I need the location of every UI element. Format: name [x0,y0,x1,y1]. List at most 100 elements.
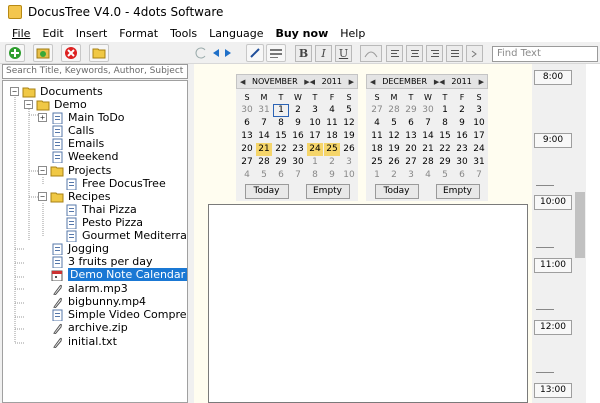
calendar-day[interactable]: 15 [437,130,453,143]
scrollbar-thumb[interactable] [575,192,585,258]
next-year-button[interactable]: ▶ [349,78,354,86]
calendar-day[interactable]: 1 [437,104,453,117]
calendar-day[interactable]: 25 [369,156,385,169]
tree-node-weekend[interactable]: Weekend [50,150,118,163]
calendar-day[interactable]: 10 [341,169,357,182]
calendar-day[interactable]: 13 [403,130,419,143]
empty-button[interactable]: Empty [305,184,350,199]
today-button[interactable]: Today [374,184,419,199]
bold-button[interactable]: B [295,45,312,62]
calendar-day[interactable]: 6 [403,117,419,130]
calendar-day[interactable]: 16 [290,130,306,143]
menu-format[interactable]: Format [113,27,164,40]
prev-month-button[interactable]: ◀ [240,78,245,86]
tree-node-demo[interactable]: − Demo [24,98,87,111]
tree-node-documents[interactable]: − Documents [10,85,103,98]
calendar-day[interactable]: 19 [341,130,357,143]
calendar-day[interactable]: 15 [273,130,289,143]
calendar-day[interactable]: 16 [454,130,470,143]
tree-node-bigbunny[interactable]: bigbunny.mp4 [50,295,146,308]
calendar-day[interactable]: 23 [454,143,470,156]
calendar-day[interactable]: 9 [290,117,306,130]
tree-node-fruits[interactable]: 3 fruits per day [50,255,152,268]
tree-node-recipes[interactable]: − Recipes [38,190,111,203]
calendar-day[interactable]: 28 [386,104,402,117]
tree-node-emails[interactable]: Emails [50,137,104,150]
tree-node-projects[interactable]: − Projects [38,164,111,177]
align-center-button[interactable] [406,45,423,62]
align-left-button[interactable] [386,45,403,62]
calendar-day[interactable]: 1 [369,169,385,182]
collapse-toggle[interactable]: − [24,100,33,109]
calendar-day[interactable]: 6 [454,169,470,182]
calendar-day[interactable]: 31 [256,104,272,117]
today-button[interactable]: Today [244,184,289,199]
collapse-toggle[interactable]: − [38,192,47,201]
indent-button[interactable] [466,45,483,62]
calendar-day[interactable]: 5 [341,104,357,117]
menu-buy-now[interactable]: Buy now [269,27,334,40]
calendar-day[interactable]: 30 [454,156,470,169]
delete-button[interactable] [61,44,81,62]
calendar-day[interactable]: 21 [256,143,272,156]
align-right-button[interactable] [426,45,443,62]
refresh-button[interactable] [33,44,53,62]
calendar-day[interactable]: 30 [239,104,255,117]
tree-node-demo-note-calendar[interactable]: Demo Note Calendar [50,268,187,281]
underline-button[interactable]: U [335,45,352,62]
menu-language[interactable]: Language [203,27,269,40]
calendar-day[interactable]: 30 [290,156,306,169]
calendar-day[interactable]: 20 [403,143,419,156]
tree-node-gourmet[interactable]: Gourmet Mediterranean [64,229,187,242]
calendar-day[interactable]: 12 [341,117,357,130]
color-button[interactable] [360,45,382,62]
calendar-day[interactable]: 18 [324,130,340,143]
calendar-day[interactable]: 31 [471,156,487,169]
menu-edit[interactable]: Edit [36,27,69,40]
collapse-toggle[interactable]: − [38,166,47,175]
calendar-day[interactable]: 21 [420,143,436,156]
tree-node-video-compressor[interactable]: Simple Video Compressor I [50,308,187,321]
calendar-day[interactable]: 12 [386,130,402,143]
calendar-day[interactable]: 28 [256,156,272,169]
calendar-day[interactable]: 3 [307,104,323,117]
calendar-day[interactable]: 29 [437,156,453,169]
calendar-day[interactable]: 5 [386,117,402,130]
calendar-day[interactable]: 7 [256,117,272,130]
calendar-day[interactable]: 8 [437,117,453,130]
calendar-day[interactable]: 27 [369,104,385,117]
calendar-day[interactable]: 11 [369,130,385,143]
tree-node-thai-pizza[interactable]: Thai Pizza [64,203,137,216]
tree-node-archive[interactable]: archive.zip [50,321,128,334]
calendar-day[interactable]: 10 [471,117,487,130]
calendar-day[interactable]: 11 [324,117,340,130]
calendar-day[interactable]: 4 [239,169,255,182]
tree-node-calls[interactable]: Calls [50,124,94,137]
tree-node-initial[interactable]: initial.txt [50,335,117,348]
calendar-day[interactable]: 24 [307,143,323,156]
calendar-day[interactable]: 27 [239,156,255,169]
calendar-day[interactable]: 2 [454,104,470,117]
calendar-day[interactable]: 3 [471,104,487,117]
calendar-day[interactable]: 23 [290,143,306,156]
tree-node-free-docustree[interactable]: Free DocusTree [64,177,166,190]
collapse-toggle[interactable]: − [10,87,19,96]
italic-button[interactable]: I [315,45,332,62]
justify-button[interactable] [446,45,463,62]
calendar-day[interactable]: 7 [290,169,306,182]
calendar-day[interactable]: 3 [403,169,419,182]
calendar-day[interactable]: 6 [239,117,255,130]
next-month-button[interactable]: ▶◀ [434,78,445,86]
tree-node-alarm[interactable]: alarm.mp3 [50,282,128,295]
style-button[interactable] [266,44,286,62]
calendar-day[interactable]: 1 [273,104,289,117]
menu-help[interactable]: Help [334,27,371,40]
calendar-day[interactable]: 26 [341,143,357,156]
prev-month-button[interactable]: ◀ [370,78,375,86]
menu-insert[interactable]: Insert [70,27,114,40]
tree-node-jogging[interactable]: Jogging [50,242,109,255]
calendar-day[interactable]: 29 [403,104,419,117]
calendar-day[interactable]: 2 [290,104,306,117]
calendar-day[interactable]: 22 [437,143,453,156]
calendar-day[interactable]: 13 [239,130,255,143]
